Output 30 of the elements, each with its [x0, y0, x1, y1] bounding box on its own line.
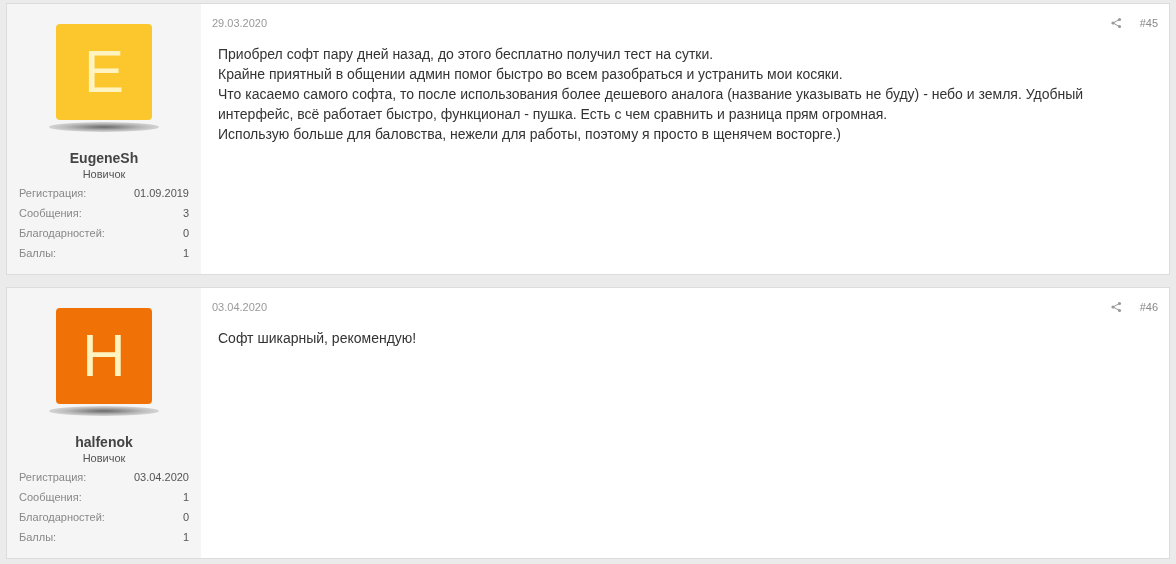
- stat-value: 1: [182, 530, 189, 545]
- stat-value: 0: [182, 510, 189, 525]
- stat-value: 3: [182, 206, 189, 221]
- stat-label: Баллы:: [19, 530, 57, 545]
- share-icon[interactable]: [1109, 301, 1122, 313]
- stat-label: Благодарностей:: [19, 226, 105, 241]
- stat-value: 01.09.2019: [133, 186, 189, 201]
- user-rank: Новичок: [82, 168, 126, 180]
- username[interactable]: halfenok: [75, 434, 133, 450]
- stat-value: 1: [182, 490, 189, 505]
- post-date: 03.04.2020: [212, 301, 268, 313]
- avatar: E: [56, 24, 152, 120]
- stat-label: Регистрация:: [19, 470, 87, 485]
- stat-label: Регистрация:: [19, 186, 87, 201]
- post-number-link[interactable]: #45: [1139, 17, 1158, 29]
- post-date: 29.03.2020: [212, 17, 268, 29]
- stat-label: Сообщения:: [19, 490, 82, 505]
- post-number-link[interactable]: #46: [1139, 301, 1158, 313]
- stat-label: Баллы:: [19, 246, 57, 261]
- post-text: Приобрел софт пару дней назад, до этого бесплатно получил тест на сутки. Крайне приятный в общении админ помог быстро во всем разобраться и устранить мои косяки. Что касаемо самого софта, то после использования более дешевого аналога (название указывать не буду) - небо и земля. Удобный интерфейс, всё работает быстро, функционал - пушка. Есть с чем сравнить и разница прям огромная. Использую больше для баловства, нежели для работы, поэтому я просто в щенячем восторге.): [217, 45, 1085, 144]
- stat-label: Благодарностей:: [19, 510, 105, 525]
- user-rank: Новичок: [82, 452, 126, 464]
- username[interactable]: EugeneSh: [69, 150, 139, 166]
- post-text: Софт шикарный, рекомендую!: [217, 329, 418, 348]
- stat-value: 1: [182, 246, 189, 261]
- stat-value: 0: [182, 226, 189, 241]
- stat-value: 03.04.2020: [133, 470, 189, 485]
- stat-label: Сообщения:: [19, 206, 82, 221]
- avatar: H: [56, 308, 152, 404]
- share-icon[interactable]: [1109, 17, 1122, 29]
